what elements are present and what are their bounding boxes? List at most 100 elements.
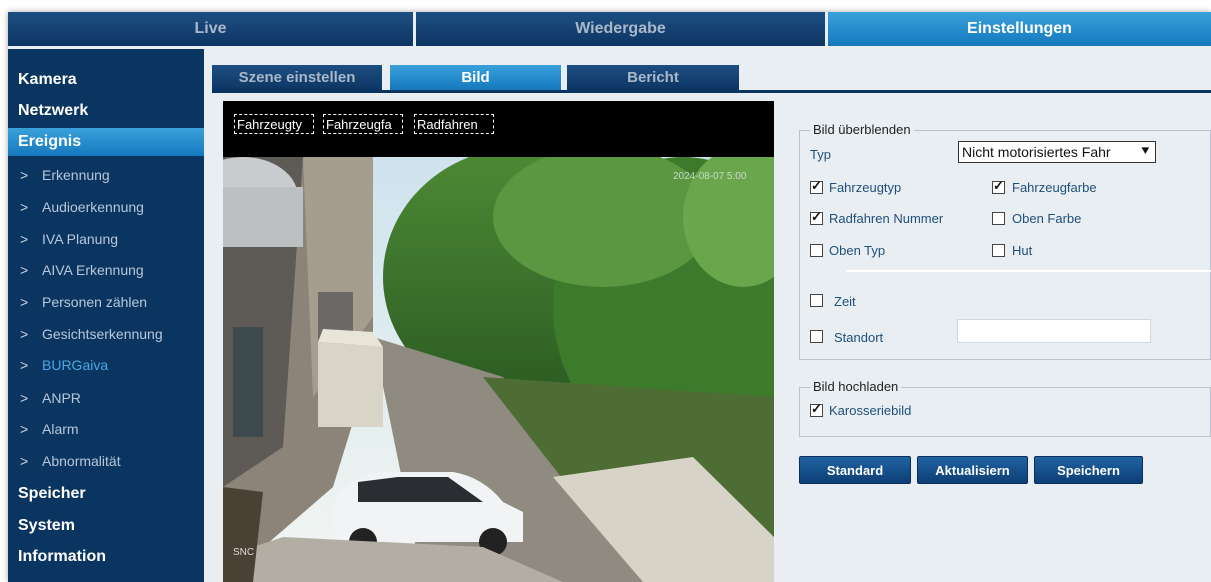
sidebar-subitem-aiva-erkennung[interactable]: > AIVA Erkennung (8, 256, 204, 284)
sidebar-item-ereignis[interactable]: Ereignis (8, 128, 204, 156)
subtab-bild[interactable]: Bild (390, 65, 561, 90)
video-preview[interactable]: Fahrzeugty Fahrzeugfa Radfahren 2024-08-… (223, 101, 774, 582)
sidebar-subitem-anpr[interactable]: > ANPR (8, 384, 204, 412)
sidebar-item-label: Speicher (18, 485, 86, 502)
sidebar-item-information[interactable]: Information (8, 543, 204, 571)
chevron-right-icon: > (20, 262, 29, 278)
sidebar-subitem-label: BURGaiva (42, 357, 109, 373)
sidebar-subitem-erkennung[interactable]: > Erkennung (8, 161, 204, 189)
sidebar-item-label: Ereignis (18, 133, 82, 150)
chevron-right-icon: > (20, 294, 29, 310)
sidebar-item-label: Kamera (18, 71, 77, 88)
chevron-right-icon: > (20, 199, 29, 215)
chevron-right-icon: > (20, 421, 29, 437)
sidebar-subitem-gesichtserkennung[interactable]: > Gesichtserkennung (8, 320, 204, 348)
tab-wiedergabe-label: Wiedergabe (575, 20, 666, 37)
camera-scene-image (223, 157, 774, 582)
checkbox-fahrzeugtyp-label: Fahrzeugtyp (829, 180, 902, 195)
checkbox-oben-farbe-label: Oben Farbe (1012, 211, 1082, 226)
sidebar-subitem-iva-planung[interactable]: > IVA Planung (8, 225, 204, 253)
checkbox-fahrzeugtyp[interactable] (810, 178, 823, 194)
overlay-label-vehicle-type[interactable]: Fahrzeugty (234, 114, 314, 134)
chevron-right-icon: > (20, 357, 29, 373)
overlay-settings-legend: Bild überblenden (810, 122, 914, 137)
video-watermark: SNC (233, 547, 255, 558)
type-select-value: Nicht motorisiertes Fahr (962, 144, 1111, 160)
checkbox-fahrzeugfarbe-label: Fahrzeugfarbe (1012, 180, 1097, 195)
sidebar: Kamera Netzwerk Ereignis > Erkennung > Aud… (8, 49, 204, 582)
subtab-underline (212, 90, 1211, 93)
subtab-label: Bild (461, 69, 490, 86)
checkbox-hut-label: Hut (1012, 243, 1033, 258)
sidebar-subitem-label: ANPR (42, 390, 81, 406)
overlay-label-text: Radfahren (417, 116, 478, 132)
chevron-right-icon: > (20, 453, 29, 469)
checkbox-oben-typ[interactable] (810, 244, 823, 257)
sidebar-subitem-label: AIVA Erkennung (42, 262, 144, 278)
checkbox-hut[interactable] (992, 244, 1005, 257)
standard-button-label: Standard (826, 462, 884, 478)
sidebar-subitem-label: Gesichtserkennung (42, 326, 163, 342)
checkbox-karosseriebild[interactable] (810, 401, 823, 417)
sidebar-item-kamera[interactable]: Kamera (8, 66, 204, 94)
upload-settings-legend: Bild hochladen (810, 379, 902, 394)
checkbox-radfahren-nummer[interactable] (810, 209, 823, 225)
overlay-label-text: Fahrzeugty (237, 116, 303, 132)
save-button[interactable]: Speichern (1034, 456, 1143, 484)
location-text-input[interactable] (957, 319, 1151, 343)
overlay-label-cycling[interactable]: Radfahren (414, 114, 494, 134)
overlay-separator (846, 270, 1211, 272)
tab-wiedergabe[interactable]: Wiedergabe (416, 12, 828, 46)
standard-button[interactable]: Standard (799, 456, 911, 484)
checkbox-standort[interactable] (810, 330, 823, 343)
tab-live[interactable]: Live (8, 12, 416, 46)
chevron-right-icon: > (20, 390, 29, 406)
sidebar-subitem-label: Personen zählen (42, 294, 148, 310)
checkbox-karosseriebild-label: Karosseriebild (829, 403, 912, 418)
top-navigation: Live Wiedergabe Einstellungen (8, 12, 1211, 46)
overlay-label-text: Fahrzeugfa (326, 116, 392, 132)
chevron-down-icon: ⯆ (1139, 143, 1151, 159)
sidebar-item-speicher[interactable]: Speicher (8, 480, 204, 508)
checkbox-standort-label: Standort (834, 330, 884, 345)
sidebar-item-netzwerk[interactable]: Netzwerk (8, 97, 204, 125)
subtab-label: Szene einstellen (238, 69, 356, 86)
checkbox-zeit-label: Zeit (834, 294, 856, 309)
video-timestamp: 2024-08-07 5:00 (673, 171, 747, 182)
chevron-right-icon: > (20, 167, 29, 183)
sidebar-item-label: System (18, 517, 75, 534)
chevron-right-icon: > (20, 231, 29, 247)
subtab-label: Bericht (627, 69, 679, 86)
type-select[interactable]: Nicht motorisiertes Fahr ⯆ (958, 141, 1156, 163)
checkbox-radfahren-nummer-label: Radfahren Nummer (829, 211, 944, 226)
sidebar-subitem-label: Erkennung (42, 167, 110, 183)
checkbox-zeit[interactable] (810, 294, 823, 307)
sidebar-subitem-personen-zaehlen[interactable]: > Personen zählen (8, 288, 204, 316)
sidebar-subitem-abnormalitaet[interactable]: > Abnormalität (8, 447, 204, 475)
refresh-button-label: Aktualisiern (935, 462, 1010, 478)
sidebar-subitem-alarm[interactable]: > Alarm (8, 415, 204, 443)
save-button-label: Speichern (1057, 462, 1120, 478)
tab-einstellungen[interactable]: Einstellungen (828, 12, 1211, 46)
checkbox-oben-farbe[interactable] (992, 212, 1005, 225)
sidebar-subitem-audioerkennung[interactable]: > Audioerkennung (8, 193, 204, 221)
subtab-szene-einstellen[interactable]: Szene einstellen (212, 65, 382, 90)
sidebar-item-system[interactable]: System (8, 512, 204, 540)
sidebar-subitem-label: Alarm (42, 421, 79, 437)
sidebar-item-label: Information (18, 548, 106, 565)
sidebar-item-label: Netzwerk (18, 102, 89, 119)
type-label: Typ (810, 147, 831, 162)
sidebar-subitem-label: Abnormalität (42, 453, 121, 469)
subtab-bericht[interactable]: Bericht (567, 65, 739, 90)
app-window: Live Wiedergabe Einstellungen Kamera Net… (8, 12, 1211, 582)
tab-live-label: Live (194, 20, 227, 37)
checkbox-oben-typ-label: Oben Typ (829, 243, 886, 258)
refresh-button[interactable]: Aktualisiern (917, 456, 1028, 484)
overlay-label-vehicle-color[interactable]: Fahrzeugfa (323, 114, 403, 134)
sidebar-subitem-label: IVA Planung (42, 231, 119, 247)
sidebar-subitem-burgaiva[interactable]: > BURGaiva (8, 351, 204, 379)
chevron-right-icon: > (20, 326, 29, 342)
checkbox-fahrzeugfarbe[interactable] (992, 178, 1005, 194)
sidebar-subitem-label: Audioerkennung (42, 199, 144, 215)
tab-einstellungen-label: Einstellungen (967, 20, 1072, 37)
